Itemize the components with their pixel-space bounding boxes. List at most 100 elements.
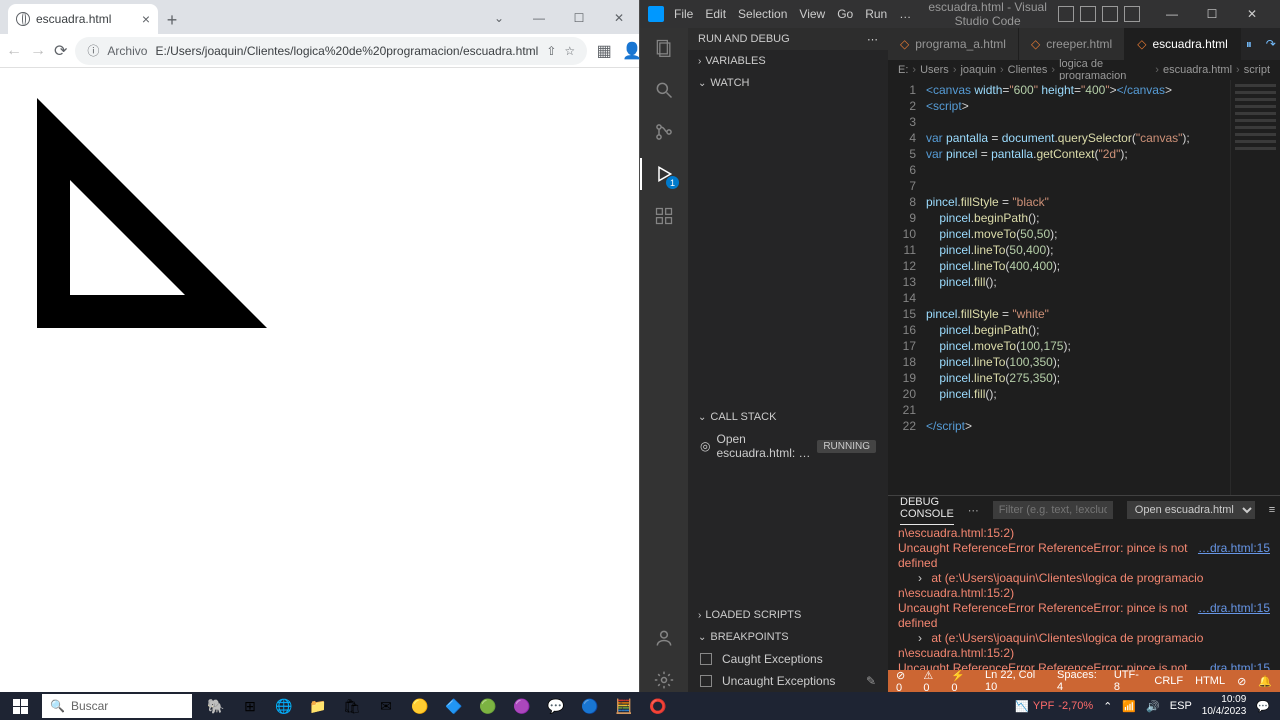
menu-edit[interactable]: Edit xyxy=(699,4,732,24)
more-icon[interactable]: ⋯ xyxy=(968,504,979,517)
section-callstack[interactable]: ⌄CALL STACK xyxy=(688,406,888,428)
layout-icons[interactable] xyxy=(1058,6,1140,22)
eol[interactable]: CRLF xyxy=(1154,675,1183,687)
edit-icon[interactable]: ✎ xyxy=(866,674,876,688)
spotify-icon[interactable]: 🟢 xyxy=(472,692,504,720)
chrome-icon[interactable]: 🟡 xyxy=(404,692,436,720)
reload-button[interactable]: ⟳ xyxy=(54,42,67,60)
checkbox[interactable] xyxy=(700,653,712,665)
share-icon[interactable]: ⇧ xyxy=(546,44,556,58)
port-count[interactable]: ⚡ 0 xyxy=(951,669,973,694)
browser-tab[interactable]: escuadra.html × xyxy=(8,4,158,34)
clock[interactable]: 10:0910/4/2023 xyxy=(1202,694,1247,718)
checkbox[interactable] xyxy=(700,675,712,687)
step-over-icon[interactable]: ↷ xyxy=(1263,36,1279,52)
url-field[interactable]: ⓘ Archivo E:/Users/joaquin/Clientes/logi… xyxy=(75,37,587,65)
lines-icon[interactable]: ≡ xyxy=(1269,504,1275,516)
extensions-icon[interactable]: ▦ xyxy=(595,42,613,60)
extensions-icon[interactable] xyxy=(652,204,676,228)
menu-run[interactable]: Run xyxy=(859,4,893,24)
windows-taskbar: 🔍Buscar 🐘 ⊞ 🌐 📁 🛍 ✉ 🟡 🔷 🟢 🟣 💬 🔵 🧮 ⭕ 📉 YP… xyxy=(0,692,1280,720)
code-content[interactable]: <canvas width="600" height="400"></canva… xyxy=(926,80,1230,495)
volume-icon[interactable]: 🔊 xyxy=(1146,700,1160,713)
notifications-icon[interactable]: 💬 xyxy=(1256,700,1270,713)
minimize-button[interactable]: — xyxy=(519,2,559,34)
canvas-output xyxy=(37,98,277,338)
app-icon[interactable]: 🔷 xyxy=(438,692,470,720)
chevron-down-icon[interactable]: ⌄ xyxy=(479,2,519,34)
bell-icon[interactable]: 🔔 xyxy=(1258,675,1272,688)
menu-go[interactable]: Go xyxy=(831,4,859,24)
language[interactable]: HTML xyxy=(1195,675,1225,687)
section-watch[interactable]: ⌄WATCH xyxy=(688,72,888,94)
task-view-icon[interactable]: ⊞ xyxy=(234,692,266,720)
run-debug-icon[interactable]: 1 xyxy=(652,162,676,186)
minimap[interactable] xyxy=(1230,80,1280,495)
edge-icon[interactable]: 🌐 xyxy=(268,692,300,720)
vscode-taskbar-icon[interactable]: 🔵 xyxy=(574,692,606,720)
errors-count[interactable]: ⊘ 0 xyxy=(896,669,913,694)
status-badge: RUNNING xyxy=(817,440,876,453)
menu-…[interactable]: … xyxy=(893,4,917,24)
section-variables[interactable]: ›VARIABLES xyxy=(688,50,888,72)
editor-tab[interactable]: ◇escuadra.html xyxy=(1125,28,1241,60)
stock-widget[interactable]: 📉 YPF -2,70% xyxy=(1015,700,1093,713)
calculator-icon[interactable]: 🧮 xyxy=(608,692,640,720)
status-bar: ⊘ 0 ⚠ 0 ⚡ 0 Ln 22, Col 10 Spaces: 4 UTF-… xyxy=(888,670,1280,692)
menu-view[interactable]: View xyxy=(793,4,831,24)
mail-icon[interactable]: ✉ xyxy=(370,692,402,720)
cursor-pos[interactable]: Ln 22, Col 10 xyxy=(985,669,1045,693)
profile-icon[interactable]: 👤 xyxy=(623,42,641,60)
menu-file[interactable]: File xyxy=(668,4,699,24)
code-editor[interactable]: 12345678910111213141516171819202122 <can… xyxy=(888,80,1280,495)
new-tab-button[interactable]: + xyxy=(158,6,186,34)
forward-button[interactable]: → xyxy=(30,42,46,60)
close-button[interactable]: ✕ xyxy=(599,2,639,34)
encoding[interactable]: UTF-8 xyxy=(1114,669,1143,693)
minimize-button[interactable]: — xyxy=(1152,0,1192,28)
indent[interactable]: Spaces: 4 xyxy=(1057,669,1102,693)
launch-select[interactable]: Open escuadra.html xyxy=(1127,501,1255,519)
settings-gear-icon[interactable] xyxy=(652,668,676,692)
pause-icon[interactable]: ⏸ xyxy=(1241,36,1257,52)
more-icon[interactable]: ⋯ xyxy=(867,33,878,46)
filter-input[interactable] xyxy=(993,501,1113,519)
wifi-icon[interactable]: 📶 xyxy=(1122,700,1136,713)
whatsapp-icon[interactable]: 💬 xyxy=(540,692,572,720)
prettier[interactable]: ⊘ xyxy=(1237,675,1246,688)
search-icon[interactable] xyxy=(652,78,676,102)
chrome-window: escuadra.html × + ⌄ — ☐ ✕ ← → ⟳ ⓘ Archiv… xyxy=(0,0,640,692)
maximize-button[interactable]: ☐ xyxy=(1192,0,1232,28)
callstack-item[interactable]: ◎ Open escuadra.html: … RUNNING xyxy=(688,428,888,464)
close-button[interactable]: ✕ xyxy=(1232,0,1272,28)
section-breakpoints[interactable]: ⌄BREAKPOINTS xyxy=(688,626,888,648)
titlebar: FileEditSelectionViewGoRun… escuadra.htm… xyxy=(640,0,1280,28)
app-icon[interactable]: 🟣 xyxy=(506,692,538,720)
account-icon[interactable] xyxy=(652,626,676,650)
start-button[interactable] xyxy=(0,692,40,720)
bp-uncaught[interactable]: Uncaught Exceptions✎ xyxy=(688,670,888,692)
bp-caught[interactable]: Caught Exceptions xyxy=(688,648,888,670)
chrome-taskbar-icon[interactable]: ⭕ xyxy=(642,692,674,720)
language-indicator[interactable]: ESP xyxy=(1170,700,1192,712)
menu-selection[interactable]: Selection xyxy=(732,4,793,24)
maximize-button[interactable]: ☐ xyxy=(559,2,599,34)
editor-tab[interactable]: ◇programa_a.html xyxy=(888,28,1019,60)
source-control-icon[interactable] xyxy=(652,120,676,144)
warnings-count[interactable]: ⚠ 0 xyxy=(923,669,941,694)
editor-tabs: ◇programa_a.html◇creeper.html◇escuadra.h… xyxy=(888,28,1280,60)
back-button[interactable]: ← xyxy=(6,42,22,60)
tab-debug-console[interactable]: DEBUG CONSOLE xyxy=(900,496,954,525)
bookmark-icon[interactable]: ☆ xyxy=(564,44,575,58)
weather-widget[interactable]: 🐘 xyxy=(200,692,232,720)
explorer-icon[interactable] xyxy=(652,36,676,60)
console-output[interactable]: n\escuadra.html:15:2)…dra.html:15Uncaugh… xyxy=(888,524,1280,670)
editor-tab[interactable]: ◇creeper.html xyxy=(1019,28,1125,60)
close-tab-icon[interactable]: × xyxy=(142,11,150,27)
chevron-up-icon[interactable]: ⌃ xyxy=(1103,700,1112,713)
explorer-icon[interactable]: 📁 xyxy=(302,692,334,720)
store-icon[interactable]: 🛍 xyxy=(336,692,368,720)
section-loaded[interactable]: ›LOADED SCRIPTS xyxy=(688,604,888,626)
breadcrumb[interactable]: E: › Users › joaquin › Clientes › logica… xyxy=(888,60,1280,80)
taskbar-search[interactable]: 🔍Buscar xyxy=(42,694,192,718)
